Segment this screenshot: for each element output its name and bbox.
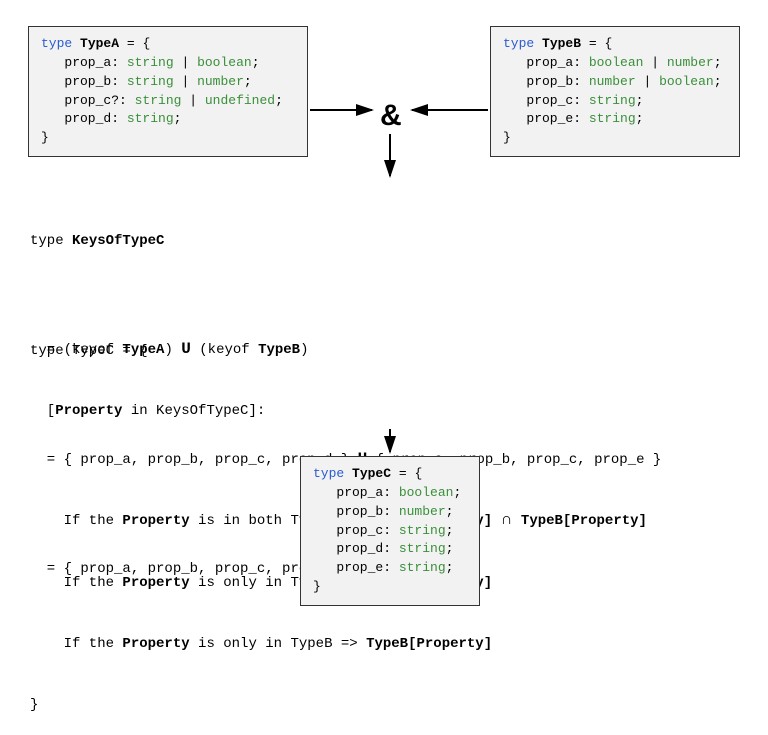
type-b-box: type TypeB = { prop_a: boolean | number;… [490,26,740,157]
tc-line-2: [Property in KeysOfTypeC]: [30,401,647,421]
tc-line-1: type TypeC = { [30,341,647,361]
keys-line-1: type KeysOfTypeC [30,231,661,251]
type-c-box: type TypeC = { prop_a: boolean; prop_b: … [300,456,480,606]
type-a-box: type TypeA = { prop_a: string | boolean;… [28,26,308,157]
tc-close: } [30,695,647,715]
tc-rule-3: If the Property is only in TypeB => Type… [30,634,647,654]
intersection-symbol: & [380,94,402,138]
